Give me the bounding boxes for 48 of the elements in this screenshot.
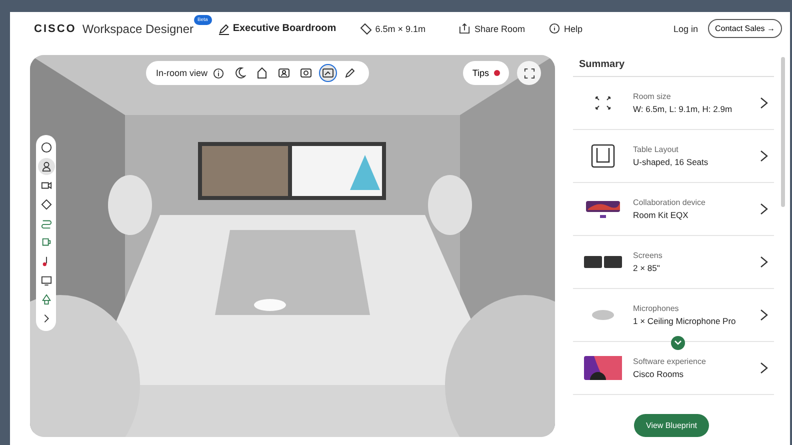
pencil-icon (218, 22, 230, 34)
item-value: 2 × 85" (633, 263, 661, 273)
contact-sales-button[interactable]: Contact Sales → (708, 19, 782, 38)
chevron-icon (760, 309, 768, 321)
item-label: Software experience (633, 357, 707, 366)
chevron-icon (760, 97, 768, 109)
summary-item[interactable]: Room size W: 6.5m, L: 9.1m, H: 2.9m (573, 77, 774, 130)
scroll-down-button[interactable] (671, 336, 685, 350)
info-icon[interactable] (212, 68, 224, 78)
item-label: Screens (633, 251, 664, 260)
app-name: Workspace Designer (82, 22, 194, 36)
summary-item[interactable]: Software experience Cisco Rooms (573, 342, 774, 395)
item-value: U-shaped, 16 Seats (633, 157, 710, 167)
chevron-icon (760, 203, 768, 215)
logo[interactable]: CISCO (34, 22, 76, 34)
room-dimensions: 6.5m × 9.1m (375, 24, 426, 34)
item-label: Room size (633, 92, 672, 101)
item-value: Cisco Rooms (633, 369, 685, 379)
room-name[interactable]: Executive Boardroom (232, 23, 336, 34)
summary-title: Summary (573, 55, 774, 77)
chevron-icon (760, 362, 768, 374)
u-table-icon (591, 144, 615, 168)
ceiling-mic-icon (592, 310, 614, 320)
share-room-button[interactable]: Share Room (459, 23, 525, 34)
item-label: Collaboration device (633, 198, 706, 207)
item-value: W: 6.5m, L: 9.1m, H: 2.9m (633, 104, 734, 114)
help-icon (549, 23, 560, 34)
item-value: Room Kit EQX (633, 210, 690, 220)
help-button[interactable]: Help (549, 23, 583, 34)
tips-button[interactable]: Tips (463, 61, 509, 85)
view-label: In-room view (156, 68, 208, 78)
share-icon (459, 23, 470, 34)
login-link[interactable]: Log in (673, 24, 698, 34)
summary-item[interactable]: Table Layout U-shaped, 16 Seats (573, 130, 774, 183)
summary-item[interactable]: Collaboration device Room Kit EQX (573, 183, 774, 236)
item-value: 1 × Ceiling Microphone Pro (633, 316, 737, 326)
chevron-down-icon (674, 340, 682, 346)
item-label: Microphones (633, 304, 680, 313)
screens-icon (584, 256, 622, 268)
chevron-icon (760, 256, 768, 268)
video-bar-icon (585, 199, 621, 219)
chevron-icon (760, 150, 768, 162)
view-blueprint-button[interactable]: View Blueprint (634, 414, 709, 437)
item-label: Table Layout (633, 145, 680, 154)
expand-arrows-icon (595, 96, 611, 110)
summary-item[interactable]: Screens 2 × 85" (573, 236, 774, 289)
person-icon[interactable] (38, 158, 54, 175)
scrollbar[interactable] (781, 57, 785, 207)
